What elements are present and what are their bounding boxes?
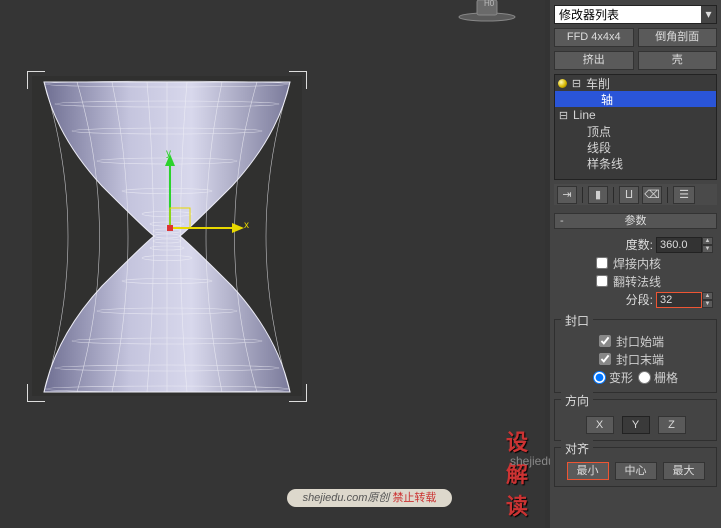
topbase-text: H0 — [484, 0, 494, 8]
cap-start-checkbox[interactable] — [599, 335, 611, 347]
stack-label: 顶点 — [587, 123, 611, 140]
weld-core-checkbox[interactable] — [596, 257, 608, 269]
stack-sub-vertex[interactable]: 顶点 — [555, 123, 716, 139]
modifier-list-label: 修改器列表 — [555, 6, 701, 23]
rollout-title: 参数 — [625, 215, 647, 227]
stack-label: 轴 — [601, 91, 613, 108]
degrees-label: 度数: — [626, 236, 653, 253]
align-center-button[interactable]: 中心 — [615, 462, 657, 480]
degrees-input[interactable] — [656, 237, 702, 253]
stack-item-line[interactable]: ⊟ Line — [555, 107, 716, 123]
pin-stack-icon[interactable]: ⇥ — [557, 186, 577, 204]
modifier-panel: 修改器列表 ▾ FFD 4x4x4 倒角剖面 挤出 壳 ⊟ 车削 轴 ⊟ Lin… — [550, 0, 721, 528]
axis-y-button[interactable]: Y — [622, 416, 650, 434]
axis-x-button[interactable]: X — [586, 416, 614, 434]
align-group: 对齐 最小 中心 最大 — [554, 447, 717, 487]
separator — [582, 187, 583, 203]
stack-label: 车削 — [586, 75, 610, 92]
spin-up-icon[interactable]: ▲ — [702, 237, 713, 245]
stack-sub-axis[interactable]: 轴 — [555, 91, 716, 107]
hourglass-render — [32, 76, 302, 396]
modifier-btn-chamfer[interactable]: 倒角剖面 — [638, 28, 718, 47]
grid-label: 栅格 — [654, 369, 678, 386]
cap-end-label: 封口末端 — [616, 351, 664, 368]
chevron-down-icon[interactable]: ▾ — [701, 6, 716, 23]
stack-toolbar: ⇥ ▮ ⵡ ⌫ ☰ — [554, 184, 717, 205]
separator — [667, 187, 668, 203]
make-unique-icon[interactable]: ⵡ — [619, 186, 639, 204]
top-base-indicator: H0 — [450, 0, 525, 22]
cap-group-title: 封口 — [561, 312, 593, 329]
viewport[interactable]: H0 — [0, 0, 545, 528]
stack-label: 样条线 — [587, 155, 623, 172]
modifier-btn-shell[interactable]: 壳 — [638, 51, 718, 70]
separator — [613, 187, 614, 203]
segments-input[interactable] — [656, 292, 702, 308]
axis-z-button[interactable]: Z — [658, 416, 686, 434]
direction-group-title: 方向 — [561, 392, 593, 409]
direction-group: 方向 X Y Z — [554, 399, 717, 441]
segments-spinner[interactable]: ▲▼ — [656, 292, 713, 308]
degrees-spinner[interactable]: ▲▼ — [656, 237, 713, 253]
grid-radio[interactable] — [638, 371, 651, 384]
watermark: 设解读 — [506, 425, 545, 521]
bulb-icon[interactable] — [558, 79, 567, 88]
stack-sub-spline[interactable]: 样条线 — [555, 155, 716, 171]
modifier-btn-ffd[interactable]: FFD 4x4x4 — [554, 28, 634, 47]
modifier-list-dropdown[interactable]: 修改器列表 ▾ — [554, 5, 717, 24]
spin-down-icon[interactable]: ▼ — [702, 245, 713, 253]
weld-label: 焊接内核 — [613, 255, 661, 272]
show-end-result-icon[interactable]: ▮ — [588, 186, 608, 204]
credit-text: shejiedu.com原创 — [303, 492, 393, 504]
morph-radio[interactable] — [593, 371, 606, 384]
stack-label: Line — [573, 108, 596, 122]
modifier-stack[interactable]: ⊟ 车削 轴 ⊟ Line 顶点 线段 样条线 — [554, 74, 717, 180]
remove-modifier-icon[interactable]: ⌫ — [642, 186, 662, 204]
hourglass-object[interactable] — [27, 71, 307, 402]
configure-sets-icon[interactable]: ☰ — [673, 186, 695, 204]
credit-pill: shejiedu.com原创 禁止转载 — [287, 489, 452, 507]
spin-up-icon[interactable]: ▲ — [702, 292, 713, 300]
cap-start-label: 封口始端 — [616, 333, 664, 350]
align-min-button[interactable]: 最小 — [567, 462, 609, 480]
stack-label: 线段 — [587, 139, 611, 156]
flip-normals-checkbox[interactable] — [596, 275, 608, 287]
spin-down-icon[interactable]: ▼ — [702, 300, 713, 308]
credit-forbid: 禁止转载 — [392, 492, 436, 504]
stack-sub-segment[interactable]: 线段 — [555, 139, 716, 155]
segments-label: 分段: — [626, 291, 653, 308]
morph-label: 变形 — [609, 369, 633, 386]
flip-label: 翻转法线 — [613, 273, 661, 290]
align-max-button[interactable]: 最大 — [663, 462, 705, 480]
align-group-title: 对齐 — [561, 440, 593, 457]
cap-end-checkbox[interactable] — [599, 353, 611, 365]
stack-item-lathe[interactable]: ⊟ 车削 — [555, 75, 716, 91]
modifier-btn-extrude[interactable]: 挤出 — [554, 51, 634, 70]
cap-group: 封口 封口始端 封口末端 变形 栅格 — [554, 319, 717, 393]
params-body: 度数: ▲▼ 焊接内核 翻转法线 分段: ▲▼ — [554, 229, 717, 313]
rollout-params[interactable]: - 参数 — [554, 213, 717, 229]
